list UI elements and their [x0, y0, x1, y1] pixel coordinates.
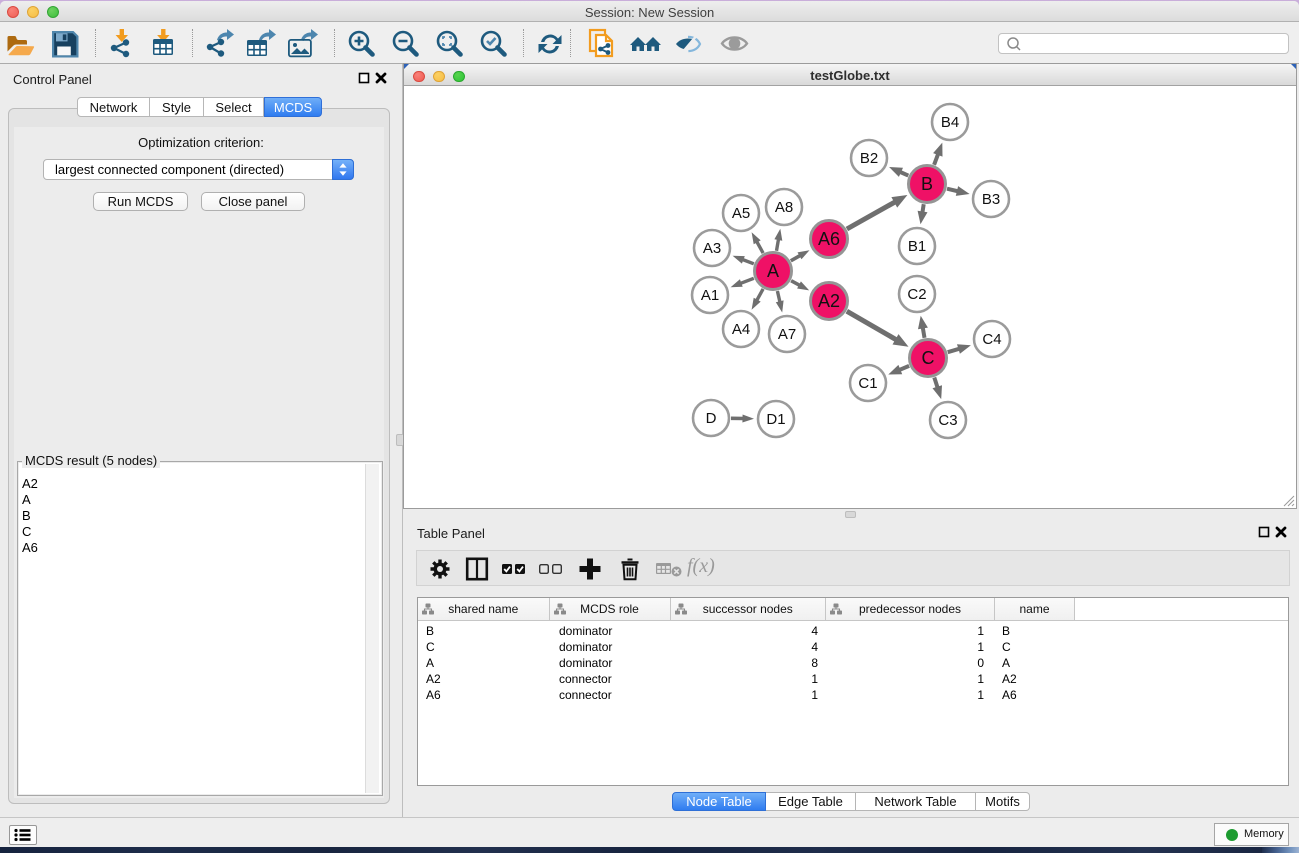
svg-text:C2: C2 [907, 286, 926, 303]
svg-text:B2: B2 [860, 150, 878, 167]
svg-text:A7: A7 [778, 326, 796, 343]
svg-text:A3: A3 [703, 240, 721, 257]
svg-text:A6: A6 [818, 229, 840, 249]
svg-text:C: C [922, 348, 935, 368]
svg-text:D: D [706, 410, 717, 427]
svg-text:A1: A1 [701, 287, 719, 304]
svg-text:B4: B4 [941, 114, 959, 131]
svg-text:A4: A4 [732, 321, 750, 338]
svg-text:A2: A2 [818, 291, 840, 311]
svg-text:B: B [921, 174, 933, 194]
svg-text:C1: C1 [858, 375, 877, 392]
svg-text:B1: B1 [908, 238, 926, 255]
svg-text:A8: A8 [775, 199, 793, 216]
svg-text:D1: D1 [766, 411, 785, 428]
svg-text:B3: B3 [982, 191, 1000, 208]
svg-text:C3: C3 [938, 412, 957, 429]
svg-text:A: A [767, 261, 779, 281]
svg-text:A5: A5 [732, 205, 750, 222]
svg-text:C4: C4 [982, 331, 1001, 348]
